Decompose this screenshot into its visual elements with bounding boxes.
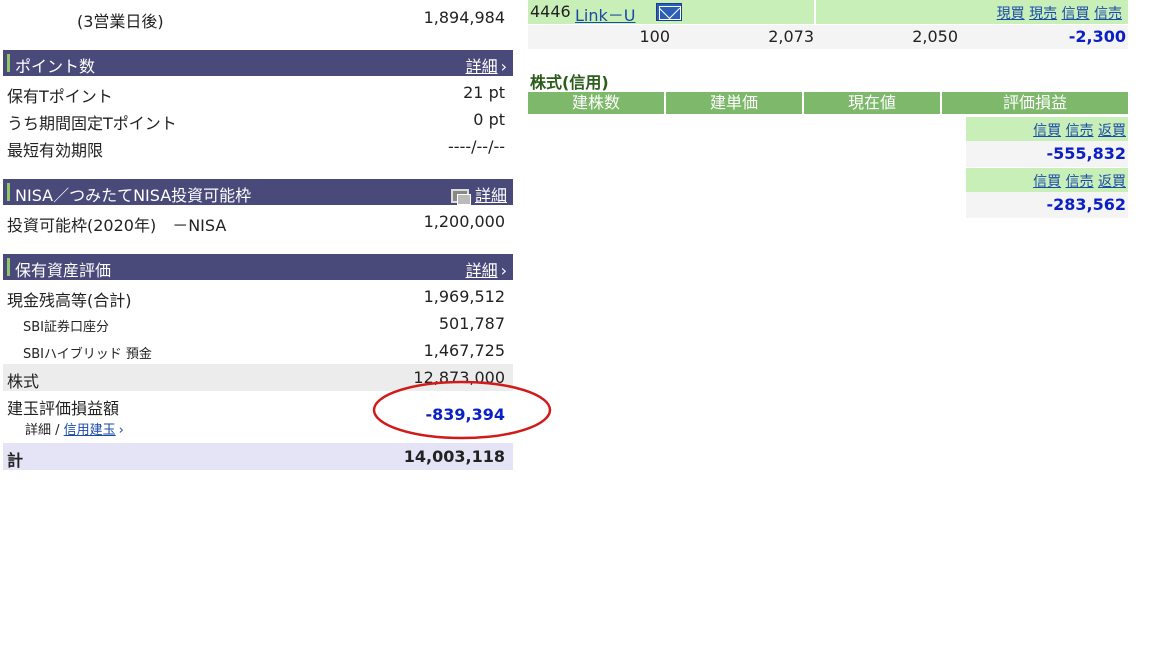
cash-sell-link[interactable]: 現売 <box>1029 6 1057 22</box>
pl-label: 建玉評価損益額 <box>7 399 120 418</box>
margin-group-1-links: 信買 信売 返買 <box>966 117 1128 141</box>
assets-detail-link[interactable]: 詳細 › <box>466 257 507 281</box>
points-title: ポイント数 <box>15 57 96 76</box>
points-expiry-label: 最短有効期限 <box>7 141 104 160</box>
col-unit-price: 建単価 <box>666 92 804 114</box>
points-fixed-value: 0 pt <box>473 110 505 129</box>
total-row: 計 14,003,118 <box>3 443 513 470</box>
top-label: (3営業日後) <box>77 12 164 31</box>
nisa-header: NISA／つみたてNISA投資可能枠 詳細 <box>3 179 513 205</box>
stock-data-row: 100 2,073 2,050 -2,300 <box>528 25 1128 49</box>
annotation-ellipse <box>372 380 552 440</box>
cash-row: 現金残高等(合計) 1,969,512 <box>3 283 513 310</box>
nisa-detail-label: 詳細 <box>474 186 507 205</box>
stock-code: 4446 <box>530 2 571 21</box>
points-held-label: 保有Tポイント <box>7 87 113 106</box>
nisa-detail-link[interactable]: 詳細 <box>450 182 507 206</box>
stock-price2: 2,050 <box>912 27 958 46</box>
points-expiry-value: ----/--/-- <box>448 137 505 156</box>
col-current-price: 現在値 <box>804 92 942 114</box>
stock-pl: -2,300 <box>1068 27 1126 46</box>
window-icon <box>450 189 471 205</box>
stock-label: 株式 <box>7 372 40 391</box>
repay-buy-link[interactable]: 返買 <box>1098 123 1126 139</box>
hybrid-row: SBIハイブリッド 預金 1,467,725 <box>3 337 513 364</box>
stock-price1: 2,073 <box>768 27 814 46</box>
pl-detail-label: 詳細 / <box>25 423 60 438</box>
top-row: (3営業日後) 1,894,984 <box>3 0 513 33</box>
margin-position-link[interactable]: 信用建玉 <box>64 423 116 438</box>
total-value: 14,003,118 <box>403 447 505 466</box>
chevron-right-icon: › <box>500 57 507 76</box>
stock-name-link[interactable]: Link－U <box>575 2 635 26</box>
total-label: 計 <box>7 451 24 470</box>
stock-header-row: 4446 Link－U 現買 現売 信買 信売 <box>528 0 1128 26</box>
sbi-label: SBI証券口座分 <box>23 320 110 335</box>
sbi-row: SBI証券口座分 501,787 <box>3 310 513 337</box>
chevron-right-icon: › <box>118 423 124 438</box>
points-row-expiry: 最短有効期限 ----/--/-- <box>3 133 513 160</box>
stock-trade-links: 現買 現売 信買 信売 <box>997 3 1122 23</box>
pl-sublinks: 詳細 / 信用建玉 › <box>25 419 124 438</box>
margin-group-1: 信買 信売 返買 -555,832 <box>966 117 1128 167</box>
points-row-fixed: うち期間固定Tポイント 0 pt <box>3 106 513 133</box>
header-accent <box>7 54 10 72</box>
cash-buy-link[interactable]: 現買 <box>997 6 1025 22</box>
points-held-value: 21 pt <box>463 83 505 102</box>
points-row-held: 保有Tポイント 21 pt <box>3 79 513 106</box>
margin-group-2: 信買 信売 返買 -283,562 <box>966 168 1128 218</box>
chevron-right-icon: › <box>500 261 507 280</box>
repay-buy-link[interactable]: 返買 <box>1098 174 1126 190</box>
divider <box>814 0 816 24</box>
margin-buy-link[interactable]: 信買 <box>1062 6 1090 22</box>
margin-table-header: 建株数 建単価 現在値 評価損益 <box>528 92 1128 114</box>
hybrid-label: SBIハイブリッド 預金 <box>23 347 152 362</box>
left-panel: (3営業日後) 1,894,984 ポイント数 詳細 › 保有Tポイント 21 p… <box>3 0 552 470</box>
cash-label: 現金残高等(合計) <box>7 291 132 310</box>
mail-icon[interactable] <box>656 3 682 21</box>
stock-qty: 100 <box>639 27 670 46</box>
points-header: ポイント数 詳細 › <box>3 50 513 76</box>
margin-sell-link[interactable]: 信売 <box>1094 6 1122 22</box>
margin-group-2-value: -283,562 <box>966 192 1128 218</box>
margin-sell-link[interactable]: 信売 <box>1066 123 1094 139</box>
margin-title: 株式(信用) <box>530 73 609 92</box>
top-value: 1,894,984 <box>423 8 505 27</box>
assets-title: 保有資産評価 <box>15 261 112 280</box>
assets-header: 保有資産評価 詳細 › <box>3 254 513 280</box>
margin-sell-link[interactable]: 信売 <box>1066 174 1094 190</box>
points-detail-label: 詳細 <box>465 57 498 76</box>
header-accent <box>7 183 10 201</box>
sbi-value: 501,787 <box>438 314 505 333</box>
header-accent <box>7 258 10 276</box>
margin-group-1-value: -555,832 <box>966 141 1128 167</box>
col-quantity: 建株数 <box>528 92 666 114</box>
points-fixed-label: うち期間固定Tポイント <box>7 114 177 133</box>
nisa-row: 投資可能枠(2020年) －NISA 1,200,000 <box>3 208 513 235</box>
margin-buy-link[interactable]: 信買 <box>1033 123 1061 139</box>
nisa-row-label: 投資可能枠(2020年) －NISA <box>7 216 227 235</box>
points-detail-link[interactable]: 詳細 › <box>466 53 507 77</box>
margin-group-2-links: 信買 信売 返買 <box>966 168 1128 192</box>
hybrid-value: 1,467,725 <box>423 341 505 360</box>
nisa-title: NISA／つみたてNISA投資可能枠 <box>15 186 252 205</box>
assets-detail-label: 詳細 <box>465 261 498 280</box>
margin-buy-link[interactable]: 信買 <box>1033 174 1061 190</box>
nisa-row-value: 1,200,000 <box>423 212 505 231</box>
col-profit-loss: 評価損益 <box>942 92 1128 114</box>
cash-value: 1,969,512 <box>423 287 505 306</box>
